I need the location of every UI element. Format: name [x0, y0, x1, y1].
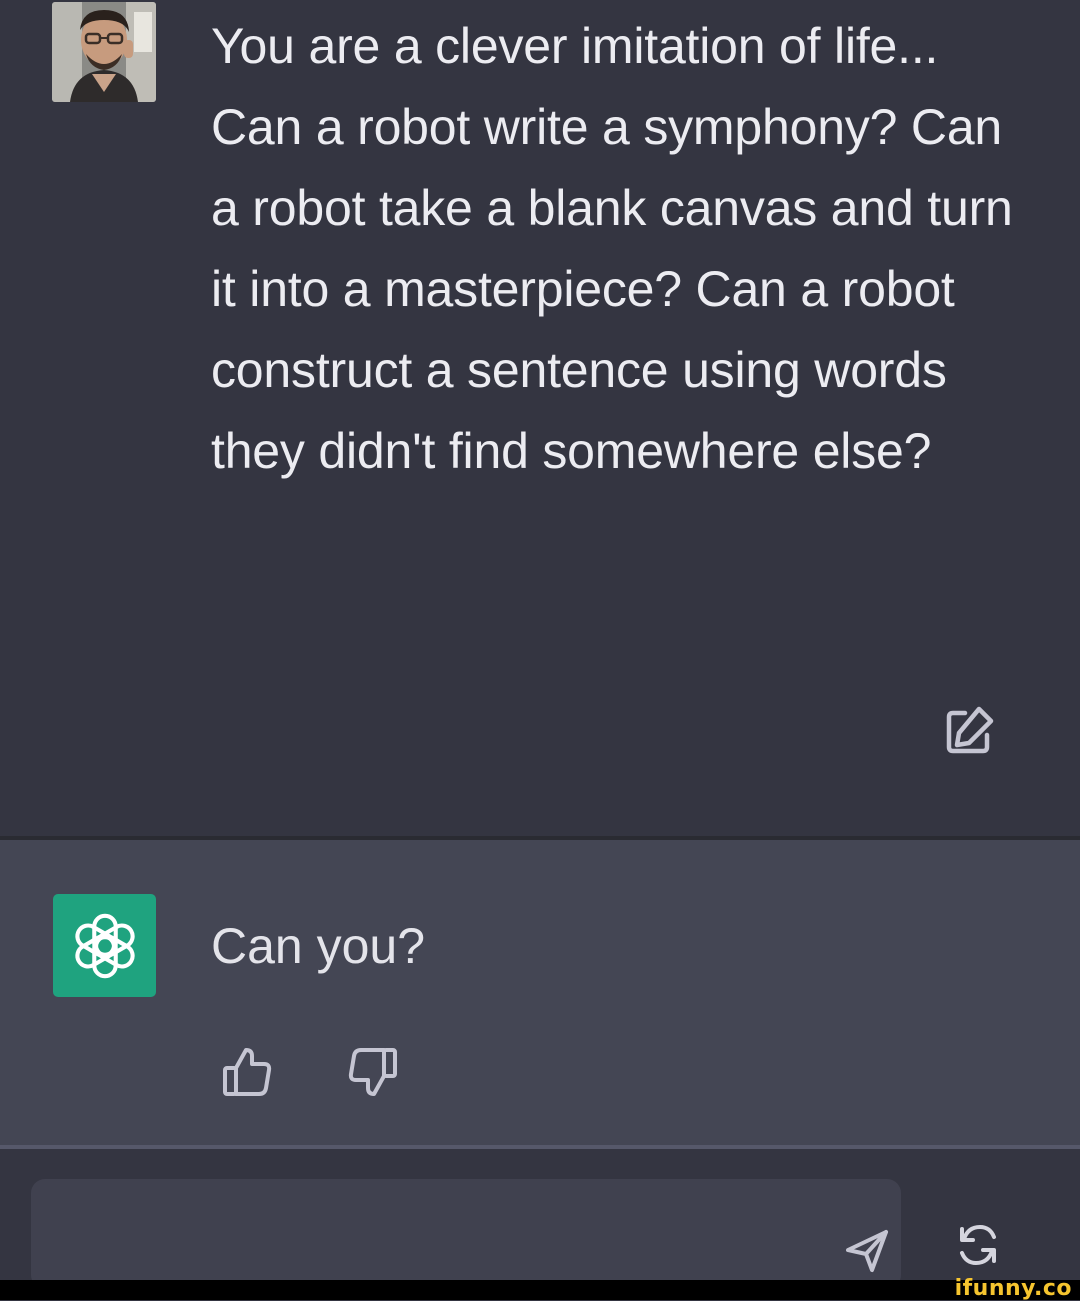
send-icon [846, 1230, 888, 1272]
send-button[interactable] [835, 1219, 899, 1283]
watermark-text: ifunny.co [954, 1276, 1072, 1301]
assistant-message-text: Can you? [211, 918, 426, 974]
user-message-row: You are a clever imitation of life... Ca… [0, 0, 1080, 838]
openai-logo-icon [74, 913, 135, 978]
regenerate-icon [960, 1224, 996, 1266]
assistant-message-row: Can you? [0, 840, 1080, 1145]
thumbs-down-icon [348, 1048, 397, 1096]
edit-icon [946, 706, 994, 754]
edit-button[interactable] [936, 700, 1000, 764]
regenerate-button[interactable] [948, 1215, 1008, 1275]
user-photo-icon [52, 2, 156, 102]
composer-area [0, 1149, 1080, 1289]
thumbs-up-icon [223, 1048, 272, 1096]
user-avatar [52, 2, 156, 102]
thumbs-down-button[interactable] [340, 1040, 404, 1104]
assistant-avatar [53, 894, 156, 997]
message-input-box [31, 1179, 901, 1289]
thumbs-up-button[interactable] [216, 1040, 280, 1104]
watermark-bar: ifunny.co [0, 1276, 1080, 1301]
message-input[interactable] [55, 1203, 799, 1255]
user-message-text: You are a clever imitation of life... Ca… [211, 18, 1013, 479]
